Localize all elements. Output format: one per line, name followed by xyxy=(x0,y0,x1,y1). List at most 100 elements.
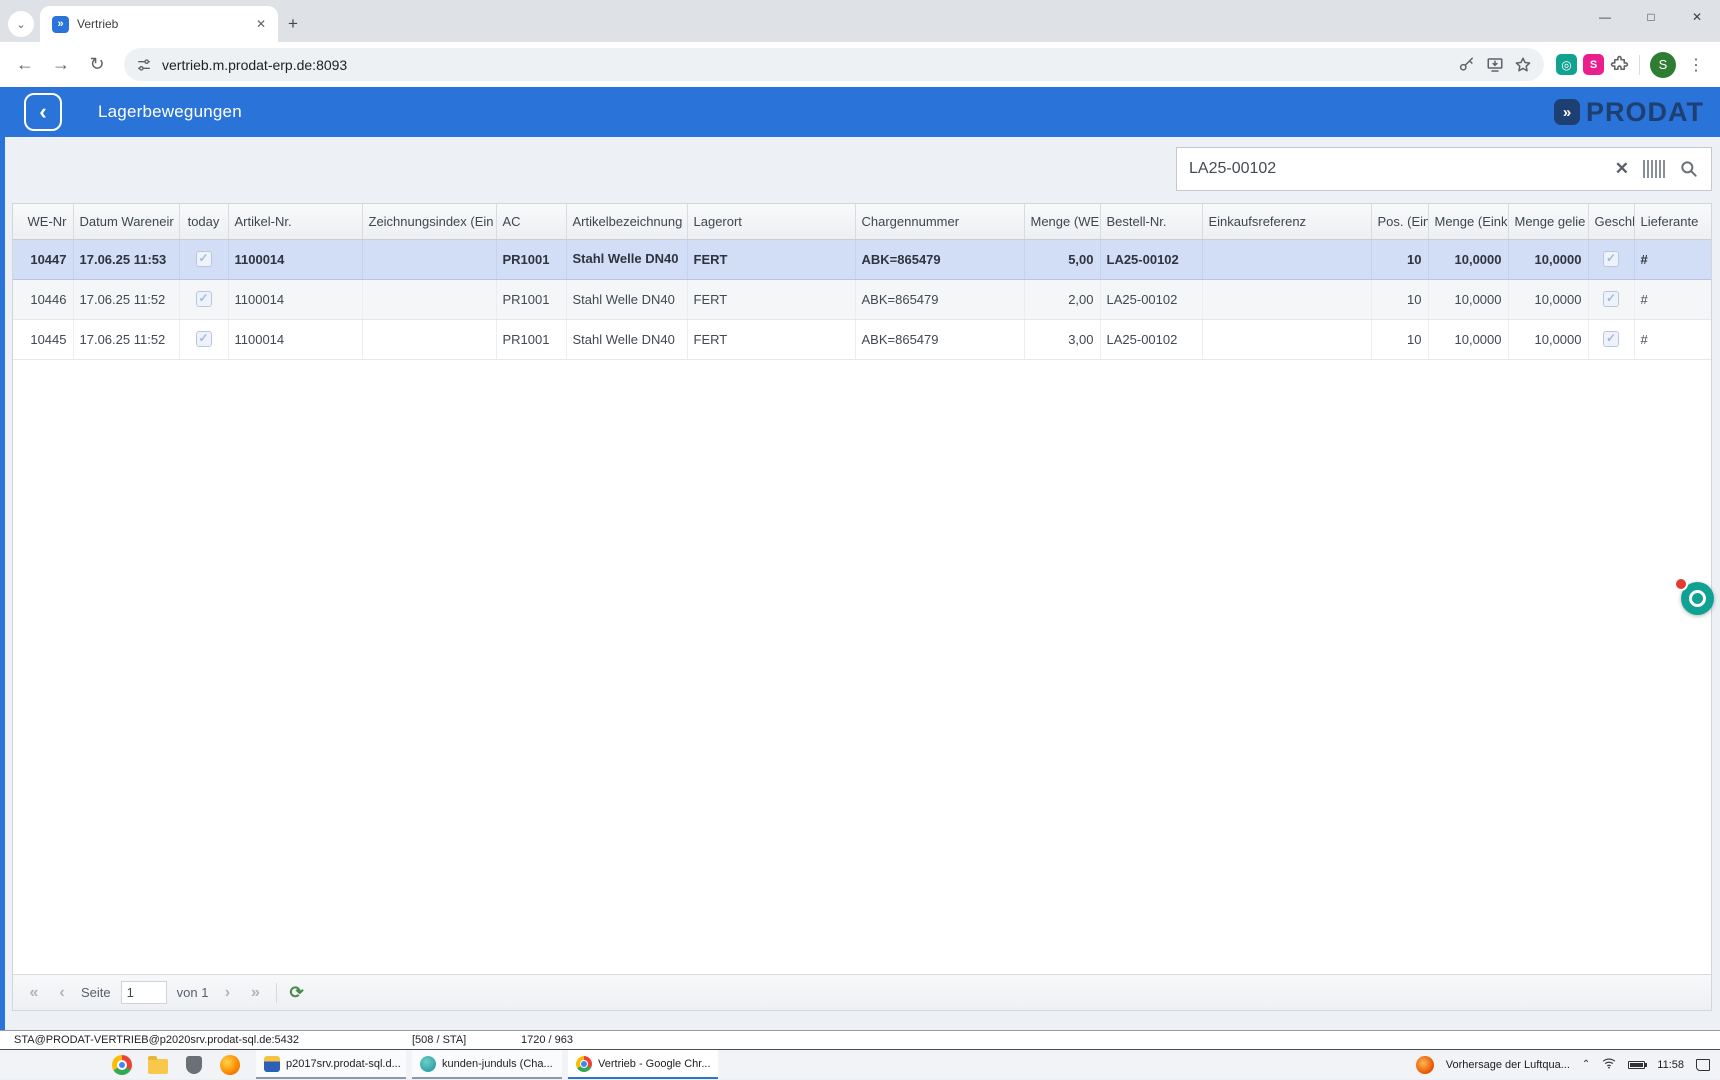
column-header-1[interactable]: Datum Wareneir xyxy=(73,204,179,239)
weather-label[interactable]: Vorhersage der Luftqua... xyxy=(1446,1059,1570,1071)
table-cell[interactable]: 5,00 xyxy=(1024,239,1100,279)
table-row[interactable]: 1044717.06.25 11:53 1100014 PR1001Stahl We… xyxy=(13,239,1711,279)
site-info-icon[interactable] xyxy=(136,57,152,73)
file-explorer-icon[interactable] xyxy=(148,1059,168,1074)
notification-fab[interactable] xyxy=(1681,582,1714,615)
table-row[interactable]: 1044617.06.25 11:521100014PR1001Stahl We… xyxy=(13,279,1711,319)
table-cell[interactable] xyxy=(362,319,496,359)
forward-button[interactable]: → xyxy=(46,50,76,80)
column-header-7[interactable]: Lagerort xyxy=(687,204,855,239)
taskbar-button[interactable]: p2017srv.prodat-sql.d... xyxy=(256,1050,406,1079)
chrome-icon[interactable] xyxy=(112,1055,132,1075)
table-cell[interactable]: FERT xyxy=(687,319,855,359)
table-cell[interactable]: 10,0000 xyxy=(1428,319,1508,359)
table-cell[interactable]: FERT xyxy=(687,279,855,319)
extensions-puzzle-icon[interactable] xyxy=(1610,55,1629,74)
password-key-icon[interactable] xyxy=(1458,56,1476,74)
table-cell[interactable]: PR1001 xyxy=(496,239,566,279)
column-header-6[interactable]: Artikelbezeichnung xyxy=(566,204,687,239)
table-cell[interactable]: 1100014 xyxy=(228,239,362,279)
weather-icon[interactable] xyxy=(1416,1056,1434,1074)
clock[interactable]: 11:58 xyxy=(1657,1059,1684,1071)
barcode-icon[interactable] xyxy=(1643,160,1665,178)
tab-search-button[interactable]: ⌄ xyxy=(8,11,34,37)
profile-avatar[interactable]: S xyxy=(1650,52,1676,78)
new-tab-button[interactable]: + xyxy=(288,14,298,34)
table-cell[interactable] xyxy=(179,239,228,279)
table-cell[interactable] xyxy=(362,279,496,319)
address-bar[interactable]: vertrieb.m.prodat-erp.de:8093 xyxy=(124,48,1544,81)
table-cell[interactable] xyxy=(179,279,228,319)
table-cell[interactable]: 10,0000 xyxy=(1508,279,1588,319)
table-cell[interactable]: # xyxy=(1634,239,1711,279)
table-cell[interactable] xyxy=(362,239,496,279)
install-icon[interactable] xyxy=(1486,56,1504,74)
table-cell[interactable]: 10 xyxy=(1371,319,1428,359)
column-header-16[interactable]: Lieferante xyxy=(1634,204,1711,239)
column-header-2[interactable]: today xyxy=(179,204,228,239)
column-header-8[interactable]: Chargennummer xyxy=(855,204,1024,239)
table-cell[interactable] xyxy=(1588,319,1634,359)
table-cell[interactable]: # xyxy=(1634,279,1711,319)
column-header-10[interactable]: Bestell-Nr. xyxy=(1100,204,1202,239)
table-cell[interactable]: 17.06.25 11:52 xyxy=(73,279,179,319)
minimize-button[interactable]: — xyxy=(1582,0,1628,34)
table-cell[interactable]: 17.06.25 11:53 xyxy=(73,239,179,279)
gray-app-icon[interactable] xyxy=(186,1056,202,1074)
table-cell[interactable]: LA25-00102 xyxy=(1100,279,1202,319)
column-header-0[interactable]: WE-Nr xyxy=(13,204,73,239)
table-cell[interactable] xyxy=(1588,239,1634,279)
next-page-icon[interactable]: › xyxy=(218,984,236,1002)
clear-search-icon[interactable]: ✕ xyxy=(1615,159,1629,179)
table-cell[interactable]: Stahl Welle DN40 xyxy=(566,279,687,319)
column-header-14[interactable]: Menge gelie xyxy=(1508,204,1588,239)
table-cell[interactable]: 10 xyxy=(1371,239,1428,279)
extension-pink-icon[interactable]: S xyxy=(1583,54,1604,75)
table-cell[interactable]: 1100014 xyxy=(228,319,362,359)
table-cell[interactable]: ABK=865479 xyxy=(855,279,1024,319)
table-cell[interactable]: 10 xyxy=(1371,279,1428,319)
maximize-button[interactable]: □ xyxy=(1628,0,1674,34)
extension-teal-icon[interactable]: ◎ xyxy=(1556,54,1577,75)
table-cell[interactable]: LA25-00102 xyxy=(1100,319,1202,359)
table-cell[interactable]: 10,0000 xyxy=(1508,239,1588,279)
table-cell[interactable]: 17.06.25 11:52 xyxy=(73,319,179,359)
table-cell[interactable]: Stahl Welle DN40 xyxy=(566,239,687,279)
firefox-icon[interactable] xyxy=(220,1055,240,1075)
action-center-icon[interactable] xyxy=(1696,1059,1710,1071)
browser-tab[interactable]: » Vertrieb ✕ xyxy=(40,6,278,42)
prev-page-icon[interactable]: ‹ xyxy=(53,984,71,1002)
taskbar-button[interactable]: Vertrieb - Google Chr... xyxy=(568,1050,718,1079)
refresh-icon[interactable]: ⟳ xyxy=(289,983,303,1003)
column-header-3[interactable]: Artikel-Nr. xyxy=(228,204,362,239)
column-header-4[interactable]: Zeichnungsindex (Ein xyxy=(362,204,496,239)
table-cell[interactable]: ABK=865479 xyxy=(855,319,1024,359)
table-cell[interactable]: PR1001 xyxy=(496,279,566,319)
table-cell[interactable]: LA25-00102 xyxy=(1100,239,1202,279)
table-cell[interactable]: 10,0000 xyxy=(1428,279,1508,319)
table-cell[interactable]: # xyxy=(1634,319,1711,359)
reload-button[interactable]: ↻ xyxy=(82,50,112,80)
table-cell[interactable]: 10447 xyxy=(13,239,73,279)
column-header-13[interactable]: Menge (Eink xyxy=(1428,204,1508,239)
column-header-12[interactable]: Pos. (Ein xyxy=(1371,204,1428,239)
table-cell[interactable]: 10,0000 xyxy=(1428,239,1508,279)
table-cell[interactable]: PR1001 xyxy=(496,319,566,359)
app-back-button[interactable]: ‹ xyxy=(24,93,62,131)
back-button[interactable]: ← xyxy=(10,50,40,80)
table-cell[interactable] xyxy=(1202,279,1371,319)
table-cell[interactable] xyxy=(179,319,228,359)
search-input[interactable] xyxy=(1189,160,1601,178)
table-cell[interactable]: 10445 xyxy=(13,319,73,359)
table-row[interactable]: 1044517.06.25 11:521100014PR1001Stahl We… xyxy=(13,319,1711,359)
table-cell[interactable]: 2,00 xyxy=(1024,279,1100,319)
table-cell[interactable]: 3,00 xyxy=(1024,319,1100,359)
table-cell[interactable]: 1100014 xyxy=(228,279,362,319)
column-header-5[interactable]: AC xyxy=(496,204,566,239)
table-cell[interactable]: FERT xyxy=(687,239,855,279)
table-cell[interactable] xyxy=(1202,239,1371,279)
tray-expand-icon[interactable]: ⌃ xyxy=(1582,1059,1590,1070)
column-header-15[interactable]: Geschl xyxy=(1588,204,1634,239)
bookmark-star-icon[interactable] xyxy=(1514,56,1532,74)
table-cell[interactable] xyxy=(1202,319,1371,359)
